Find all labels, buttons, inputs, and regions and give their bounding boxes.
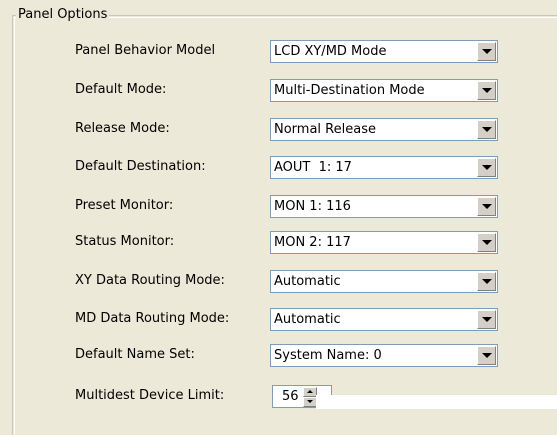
panel-behavior-model-value: LCD XY/MD Mode: [274, 44, 387, 59]
chevron-down-icon: [482, 127, 492, 132]
default-mode-value: Multi-Destination Mode: [274, 83, 425, 98]
md-data-routing-mode-value: Automatic: [274, 312, 341, 327]
default-name-set-value: System Name: 0: [274, 348, 382, 363]
md-data-routing-mode-row: MD Data Routing Mode: Automatic: [0, 308, 557, 331]
default-mode-select[interactable]: Multi-Destination Mode: [270, 79, 498, 102]
chevron-down-icon: [482, 204, 492, 209]
default-name-set-label: Default Name Set:: [75, 347, 195, 362]
chevron-down-icon: [482, 279, 492, 284]
panel-options-group: [12, 15, 557, 435]
status-monitor-value: MON 2: 117: [274, 235, 351, 250]
spin-up-icon: [307, 390, 313, 393]
xy-data-routing-mode-dropdown-button[interactable]: [477, 272, 496, 291]
chevron-down-icon: [482, 88, 492, 93]
preset-monitor-value: MON 1: 116: [274, 199, 351, 214]
multidest-device-limit-value: 56: [282, 389, 299, 404]
panel-behavior-model-dropdown-button[interactable]: [477, 42, 496, 61]
md-data-routing-mode-dropdown-button[interactable]: [477, 310, 496, 329]
default-destination-select[interactable]: AOUT 1: 17: [270, 156, 498, 179]
xy-data-routing-mode-select[interactable]: Automatic: [270, 270, 498, 293]
spin-down-button[interactable]: [303, 397, 317, 407]
preset-monitor-row: Preset Monitor: MON 1: 116: [0, 195, 557, 218]
spin-down-icon: [307, 400, 313, 403]
chevron-down-icon: [482, 49, 492, 54]
spinner-buttons: [303, 387, 317, 407]
release-mode-dropdown-button[interactable]: [477, 120, 496, 139]
default-mode-row: Default Mode: Multi-Destination Mode: [0, 79, 557, 102]
release-mode-select[interactable]: Normal Release: [270, 118, 498, 141]
status-monitor-select[interactable]: MON 2: 117: [270, 231, 498, 254]
chevron-down-icon: [482, 317, 492, 322]
status-monitor-dropdown-button[interactable]: [477, 233, 496, 252]
xy-data-routing-mode-value: Automatic: [274, 274, 341, 289]
default-destination-value: AOUT 1: 17: [274, 160, 352, 175]
default-name-set-dropdown-button[interactable]: [477, 346, 496, 365]
panel-options-title: Panel Options: [16, 7, 110, 23]
md-data-routing-mode-select[interactable]: Automatic: [270, 308, 498, 331]
default-destination-row: Default Destination: AOUT 1: 17: [0, 156, 557, 179]
default-mode-label: Default Mode:: [75, 82, 167, 97]
release-mode-row: Release Mode: Normal Release: [0, 118, 557, 141]
panel-behavior-model-label: Panel Behavior Model: [75, 43, 216, 58]
preset-monitor-select[interactable]: MON 1: 116: [270, 195, 498, 218]
md-data-routing-mode-label: MD Data Routing Mode:: [75, 311, 230, 326]
chevron-down-icon: [482, 240, 492, 245]
release-mode-value: Normal Release: [274, 122, 376, 137]
multidest-device-limit-label: Multidest Device Limit:: [75, 388, 225, 403]
preset-monitor-label: Preset Monitor:: [75, 198, 174, 213]
preset-monitor-dropdown-button[interactable]: [477, 197, 496, 216]
status-monitor-row: Status Monitor: MON 2: 117: [0, 231, 557, 254]
screenshot-cutout: [316, 395, 557, 409]
spin-up-button[interactable]: [303, 387, 317, 397]
chevron-down-icon: [482, 165, 492, 170]
xy-data-routing-mode-row: XY Data Routing Mode: Automatic: [0, 270, 557, 293]
default-name-set-row: Default Name Set: System Name: 0: [0, 344, 557, 367]
default-destination-label: Default Destination:: [75, 159, 206, 174]
panel-behavior-model-row: Panel Behavior Model LCD XY/MD Mode: [0, 40, 557, 63]
default-destination-dropdown-button[interactable]: [477, 158, 496, 177]
default-name-set-select[interactable]: System Name: 0: [270, 344, 498, 367]
status-monitor-label: Status Monitor:: [75, 234, 175, 249]
release-mode-label: Release Mode:: [75, 121, 170, 136]
default-mode-dropdown-button[interactable]: [477, 81, 496, 100]
chevron-down-icon: [482, 353, 492, 358]
xy-data-routing-mode-label: XY Data Routing Mode:: [75, 273, 225, 288]
panel-behavior-model-select[interactable]: LCD XY/MD Mode: [270, 40, 498, 63]
